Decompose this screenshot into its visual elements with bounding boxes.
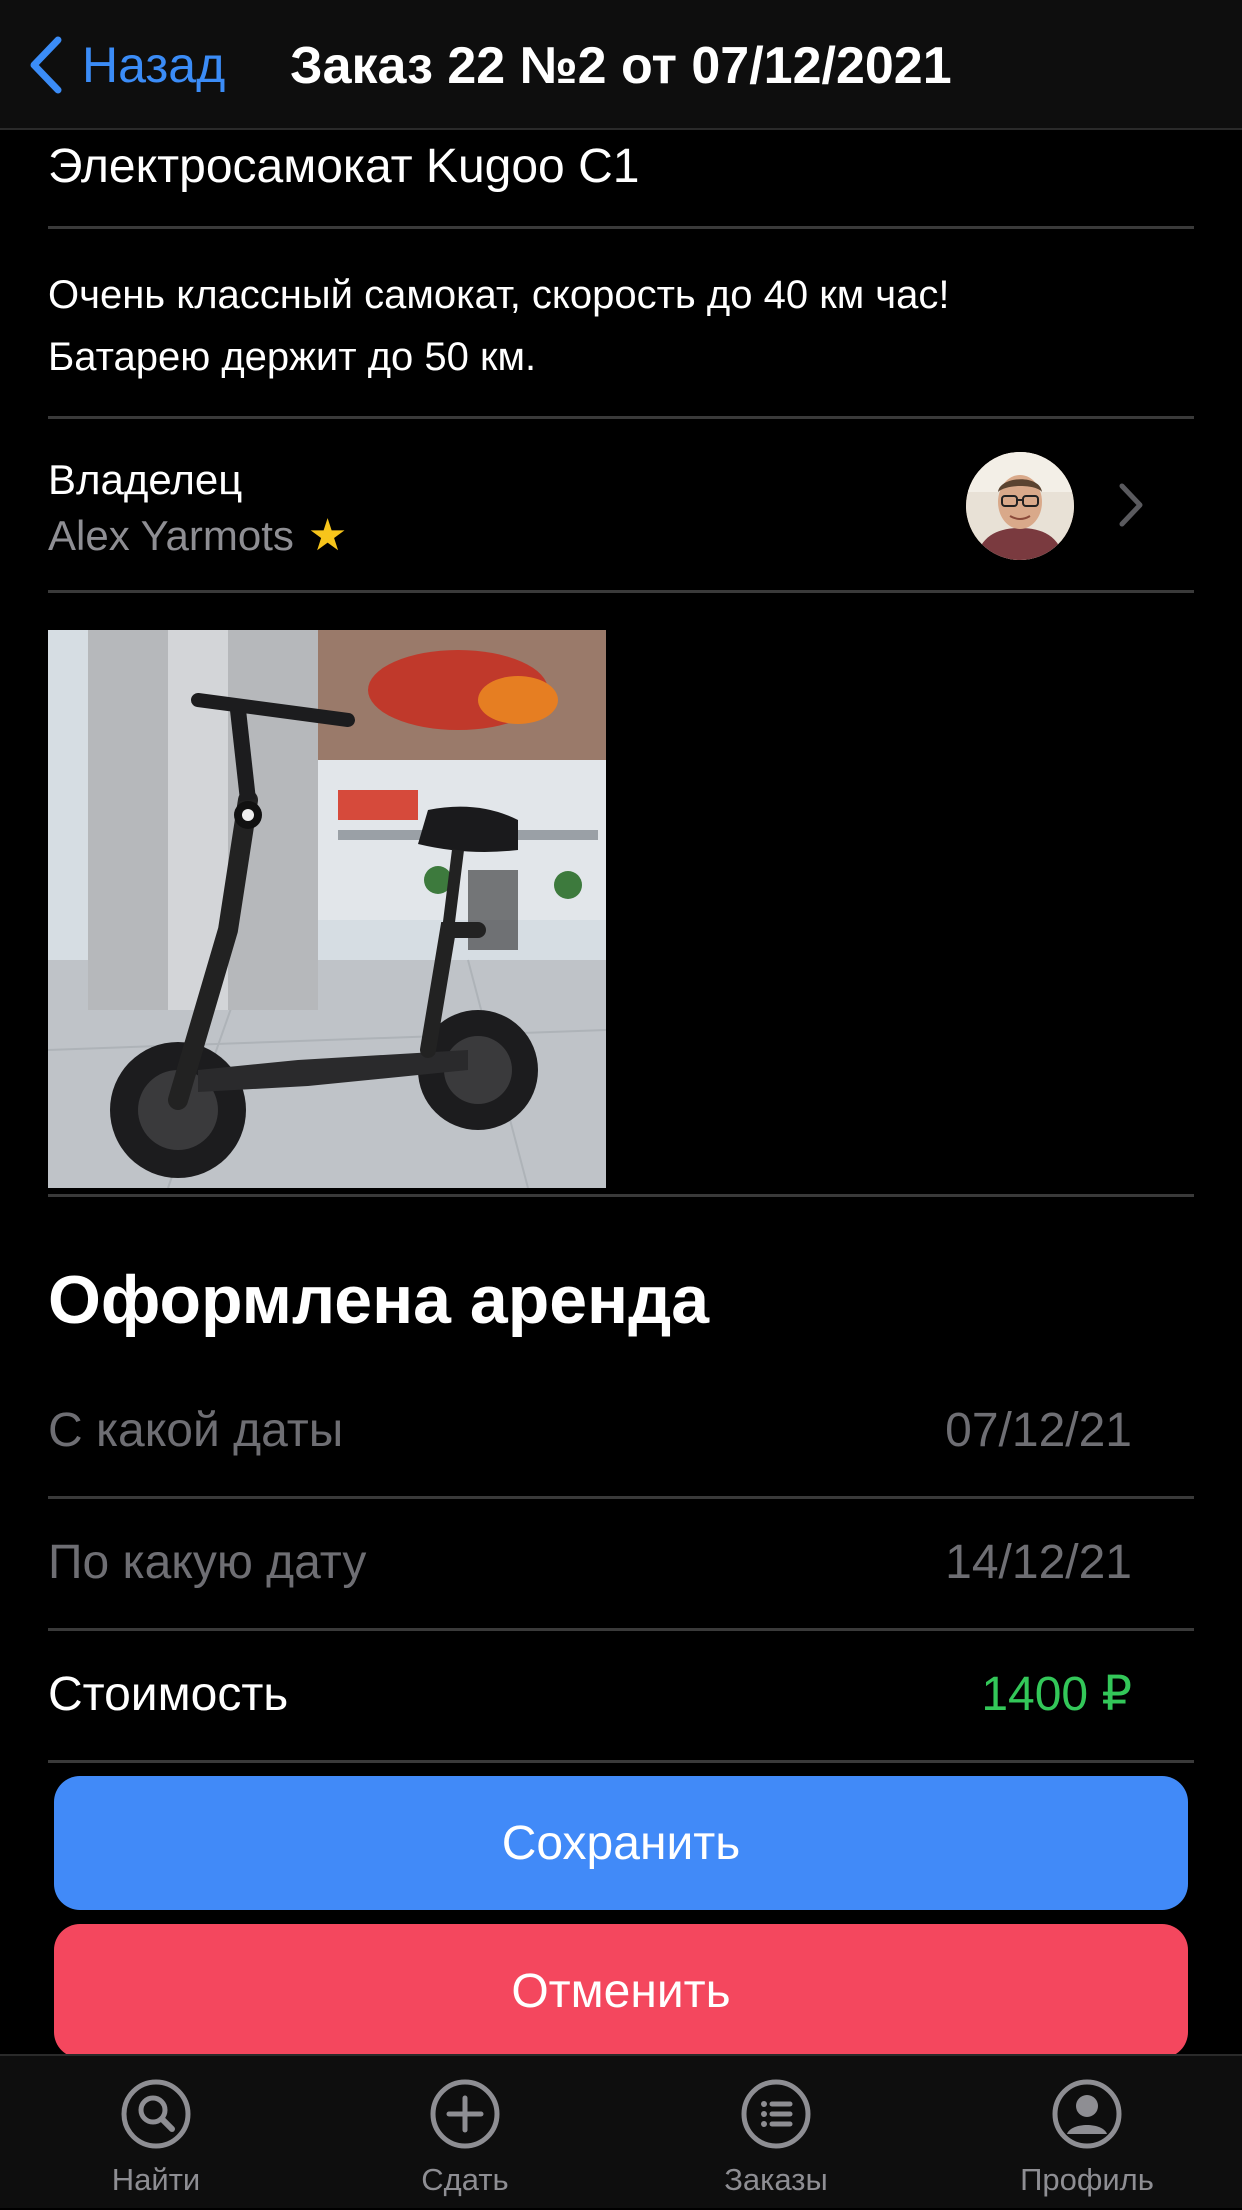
- to-date-value[interactable]: 14/12/21: [945, 1530, 1132, 1596]
- chevron-left-icon: [30, 36, 62, 94]
- page-title: Заказ 22 №2 от 07/12/2021: [290, 37, 952, 95]
- avatar[interactable]: [966, 452, 1074, 560]
- scooter-image: [48, 630, 606, 1188]
- divider: [48, 1760, 1194, 1763]
- divider: [48, 226, 1194, 229]
- tab-rent-out[interactable]: Сдать: [345, 2056, 585, 2210]
- tab-label: Заказы: [724, 2162, 828, 2197]
- item-title: Электросамокат Kugoo C1: [48, 140, 640, 193]
- divider: [48, 1496, 1194, 1499]
- list-icon: [741, 2079, 811, 2149]
- search-icon: [121, 2079, 191, 2149]
- item-photo[interactable]: [48, 630, 606, 1188]
- description-line: Очень классный самокат, скорость до 40 к…: [48, 273, 950, 317]
- tab-orders[interactable]: Заказы: [656, 2056, 896, 2210]
- cancel-button[interactable]: Отменить: [54, 1924, 1188, 2058]
- description-line: Батарею держит до 50 км.: [48, 335, 537, 379]
- tab-label: Профиль: [1020, 2162, 1154, 2197]
- chevron-right-icon: [1119, 483, 1143, 527]
- back-button[interactable]: Назад: [26, 28, 225, 102]
- tab-search[interactable]: Найти: [36, 2056, 276, 2210]
- tab-bar: Найти Сдать Заказы Профиль: [0, 2054, 1242, 2208]
- from-date-label: С какой даты: [48, 1404, 344, 1457]
- owner-label: Владелец: [48, 456, 243, 503]
- star-icon: ★: [307, 511, 348, 560]
- tab-label: Сдать: [421, 2162, 509, 2197]
- navigation-bar: Назад Заказ 22 №2 от 07/12/2021: [0, 0, 1242, 130]
- from-date-value[interactable]: 07/12/21: [945, 1398, 1132, 1464]
- owner-name: Alex Yarmots: [48, 512, 294, 559]
- owner-name-row: Alex Yarmots ★: [48, 508, 347, 564]
- divider: [48, 590, 1194, 593]
- divider: [48, 1194, 1194, 1197]
- back-label: Назад: [82, 37, 226, 93]
- divider: [48, 416, 1194, 419]
- profile-icon: [1052, 2079, 1122, 2149]
- save-button[interactable]: Сохранить: [54, 1776, 1188, 1910]
- divider: [48, 1628, 1194, 1631]
- avatar-image: [966, 452, 1074, 560]
- cost-label: Стоимость: [48, 1668, 289, 1721]
- cost-value: 1400 ₽: [981, 1668, 1132, 1721]
- to-date-label: По какую дату: [48, 1536, 367, 1589]
- plus-icon: [430, 2079, 500, 2149]
- rental-section-title: Оформлена аренда: [48, 1262, 710, 1338]
- tab-profile[interactable]: Профиль: [967, 2056, 1207, 2210]
- item-description: Очень классный самокат, скорость до 40 к…: [48, 264, 1168, 388]
- tab-label: Найти: [111, 2162, 201, 2197]
